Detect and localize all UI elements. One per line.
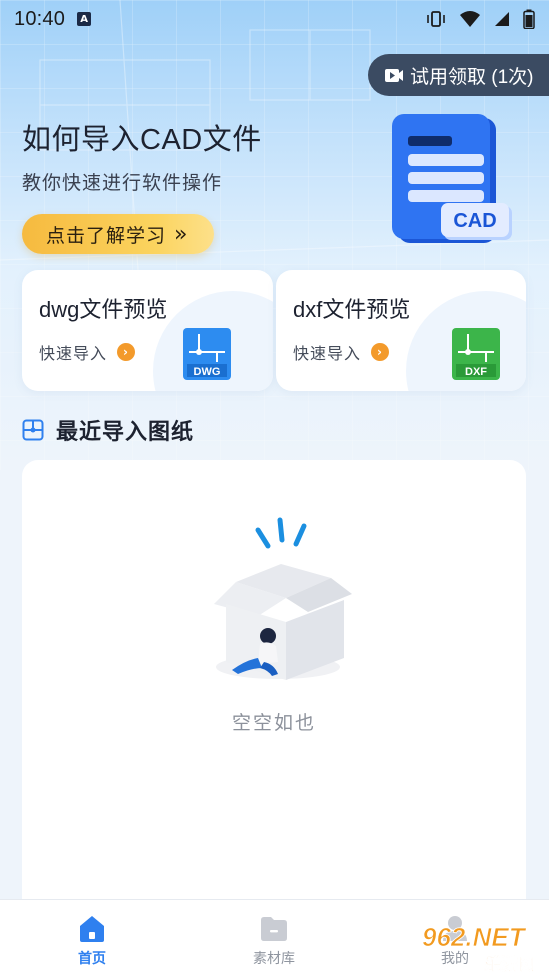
cad-badge-text: CAD: [453, 210, 496, 232]
nav-item-home[interactable]: 首页: [37, 912, 147, 968]
cad-document-illustration: CAD: [392, 114, 512, 243]
signal-icon: [495, 12, 509, 26]
dxf-file-tag: DXF: [465, 366, 487, 378]
nav-material-label: 素材库: [253, 951, 295, 967]
empty-box-illustration: [214, 517, 352, 680]
folder-icon: [261, 917, 287, 941]
dxf-file-icon: DXF: [452, 328, 500, 380]
arrow-right-icon: ›: [117, 343, 136, 361]
trial-label: 试用领取 (1次): [410, 66, 534, 88]
dwg-file-tag: DWG: [194, 366, 221, 378]
nav-item-material-library[interactable]: 素材库: [219, 912, 329, 968]
learn-more-label: 点击了解学习: [46, 224, 167, 247]
watermark-top-text: 962.NET: [422, 922, 527, 952]
dxf-quick-import-link[interactable]: 快速导入 ›: [293, 340, 390, 364]
home-icon: [80, 916, 104, 942]
battery-icon: [523, 9, 535, 29]
double-chevron-right-icon: »: [174, 221, 189, 247]
recent-drawings-panel: 空空如也: [22, 460, 526, 930]
dwg-quick-import-link[interactable]: 快速导入 ›: [39, 340, 136, 364]
status-time: 10:40: [14, 7, 66, 30]
hero-subtitle: 教你快速进行软件操作: [22, 172, 223, 194]
arrow-right-icon: ›: [371, 343, 390, 361]
recent-section-title: 最近导入图纸: [56, 420, 195, 445]
empty-state-text: 空空如也: [231, 712, 316, 734]
status-bar: 10:40 A: [0, 0, 549, 38]
dwg-quick-import-label: 快速导入: [39, 344, 108, 363]
notification-badge-icon: A: [77, 12, 92, 26]
vibrate-icon: [427, 11, 445, 27]
trial-button[interactable]: 试用领取 (1次): [368, 54, 549, 96]
wifi-icon: [460, 11, 480, 27]
dwg-file-icon: DWG: [183, 328, 231, 380]
dxf-card-title: dxf文件预览: [293, 297, 411, 322]
hero-title: 如何导入CAD文件: [22, 124, 262, 156]
recent-section-header: 最近导入图纸: [22, 414, 194, 446]
blueprint-icon: [22, 419, 44, 441]
watermark-bottom-text: 乐游网: [484, 954, 535, 974]
dxf-preview-card[interactable]: dxf文件预览 快速导入 › DXF: [276, 270, 526, 391]
learn-more-button[interactable]: 点击了解学习 »: [22, 214, 214, 254]
video-icon: [385, 69, 403, 82]
dxf-quick-import-label: 快速导入: [293, 344, 362, 363]
status-icons: [425, 9, 535, 29]
dwg-preview-card[interactable]: dwg文件预览 快速导入 › DWG: [22, 270, 273, 391]
dwg-card-title: dwg文件预览: [39, 297, 168, 322]
site-watermark-logo: 962.NET 乐游网: [422, 922, 536, 974]
nav-home-label: 首页: [78, 951, 106, 967]
